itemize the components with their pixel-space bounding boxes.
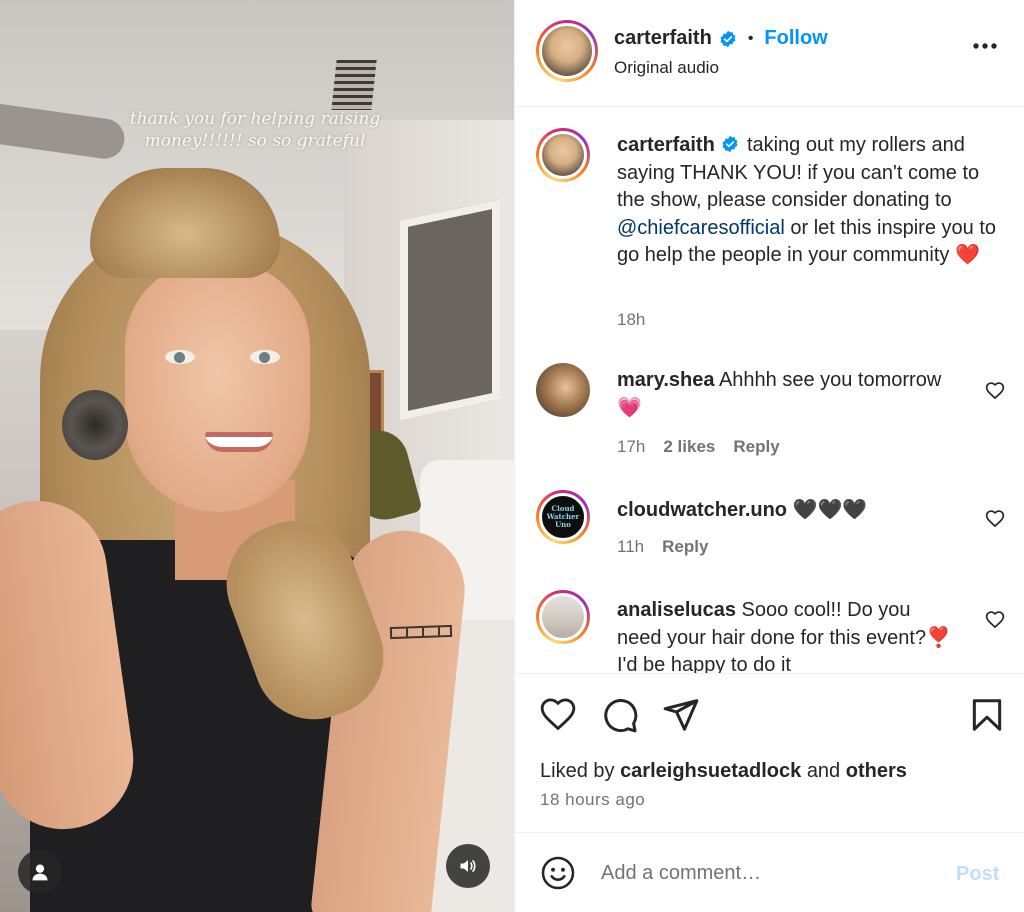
emoji-picker-icon[interactable] [540, 855, 576, 891]
air-vent [331, 60, 377, 110]
comment-bubble-icon[interactable] [601, 696, 639, 734]
speaker-icon [460, 860, 476, 872]
caption-text: carterfaith taking out my rollers and sa… [617, 132, 997, 270]
more-options-button[interactable] [970, 36, 1000, 56]
post-comment-button[interactable]: Post [956, 863, 999, 886]
comment-input[interactable] [601, 855, 931, 891]
like-comment-heart-icon[interactable] [985, 610, 1005, 630]
comments-list[interactable]: carterfaith taking out my rollers and sa… [515, 108, 1024, 673]
comment-likes[interactable]: 2 likes [663, 437, 715, 457]
like-heart-icon[interactable] [539, 696, 577, 734]
comment-text: cloudwatcher.uno 🖤🖤🖤 [617, 497, 967, 525]
liked-by-and: and [806, 760, 841, 782]
audio-link[interactable]: Original audio [614, 58, 719, 78]
commenter-username[interactable]: cloudwatcher.uno [617, 499, 787, 521]
mention-link[interactable]: @chiefcaresofficial [617, 217, 785, 239]
person-smile [205, 432, 273, 452]
caption-username[interactable]: carterfaith [617, 134, 715, 156]
overlay-line-1: thank you for helping raising [129, 109, 381, 129]
tagged-users-button[interactable] [18, 850, 62, 894]
author-username[interactable]: carterfaith [614, 27, 712, 50]
caption-avatar-image [539, 131, 587, 179]
user-icon [32, 864, 48, 881]
mute-toggle-button[interactable] [446, 844, 490, 888]
share-send-icon[interactable] [662, 696, 700, 734]
commenter-avatar[interactable] [536, 590, 590, 644]
person-face [125, 262, 310, 512]
caption-avatar[interactable] [536, 128, 590, 182]
commenter-avatar-image [536, 363, 590, 417]
liked-by-user[interactable]: carleighsuetadlock [620, 760, 801, 782]
like-comment-heart-icon[interactable] [985, 381, 1005, 401]
comment-composer: Post [515, 832, 1024, 912]
person-eye-right [250, 350, 280, 364]
more-icon [973, 43, 997, 49]
commenter-username[interactable]: mary.shea [617, 369, 714, 391]
follow-button[interactable]: Follow [764, 27, 827, 50]
video-text-overlay: thank you for helping raising money!!!!!… [110, 108, 400, 152]
author-line: carterfaith • Follow [614, 27, 828, 50]
comment-time: 11h [617, 537, 645, 556]
author-avatar[interactable] [536, 20, 598, 82]
commenter-avatar-image [539, 593, 587, 641]
comment-time: 17h [617, 437, 646, 456]
comment-text: analiselucas Sooo cool!! Do you need you… [617, 597, 957, 673]
commenter-avatar[interactable] [536, 363, 590, 417]
heart-emoji: ❤️ [954, 244, 980, 266]
overlay-line-2: money!!!!!! so so grateful [144, 131, 366, 151]
post-header: carterfaith • Follow Original audio [515, 0, 1024, 107]
caption-meta: 18h [617, 310, 645, 330]
liked-by-others-link[interactable]: others [846, 760, 907, 782]
comment-body: 🖤🖤🖤 [792, 499, 868, 521]
background-window [400, 199, 500, 421]
liked-by-summary: Liked by carleighsuetadlock and others [540, 760, 907, 783]
verified-badge-icon [722, 135, 738, 153]
post-timestamp[interactable]: 18 hours ago [540, 790, 645, 810]
hair-roller-side [62, 390, 128, 460]
verified-badge-icon [720, 30, 736, 47]
like-comment-heart-icon[interactable] [985, 509, 1005, 529]
commenter-avatar[interactable]: Cloud Watcher Uno [536, 490, 590, 544]
comment-text: mary.shea Ahhhh see you tomorrow 💗 [617, 367, 967, 422]
post-side-panel: carterfaith • Follow Original audio cart… [514, 0, 1024, 912]
separator-dot: • [747, 29, 754, 47]
comment-meta: 17h 2 likes Reply [617, 437, 780, 457]
caption-time: 18h [617, 310, 646, 329]
reel-video[interactable]: thank you for helping raising money!!!!!… [0, 0, 514, 912]
comment-meta: 11h Reply [617, 537, 708, 557]
reply-button[interactable]: Reply [662, 537, 708, 557]
post-actions: Liked by carleighsuetadlock and others 1… [515, 673, 1024, 833]
save-bookmark-icon[interactable] [968, 696, 1006, 734]
reply-button[interactable]: Reply [733, 437, 779, 457]
author-avatar-image [539, 23, 595, 79]
liked-by-prefix: Liked by [540, 760, 615, 782]
arm-tattoo [389, 624, 453, 640]
hair-roller-top [90, 168, 280, 278]
commenter-username[interactable]: analiselucas [617, 599, 736, 621]
person-eye-left [165, 350, 195, 364]
commenter-avatar-image: Cloud Watcher Uno [539, 493, 587, 541]
